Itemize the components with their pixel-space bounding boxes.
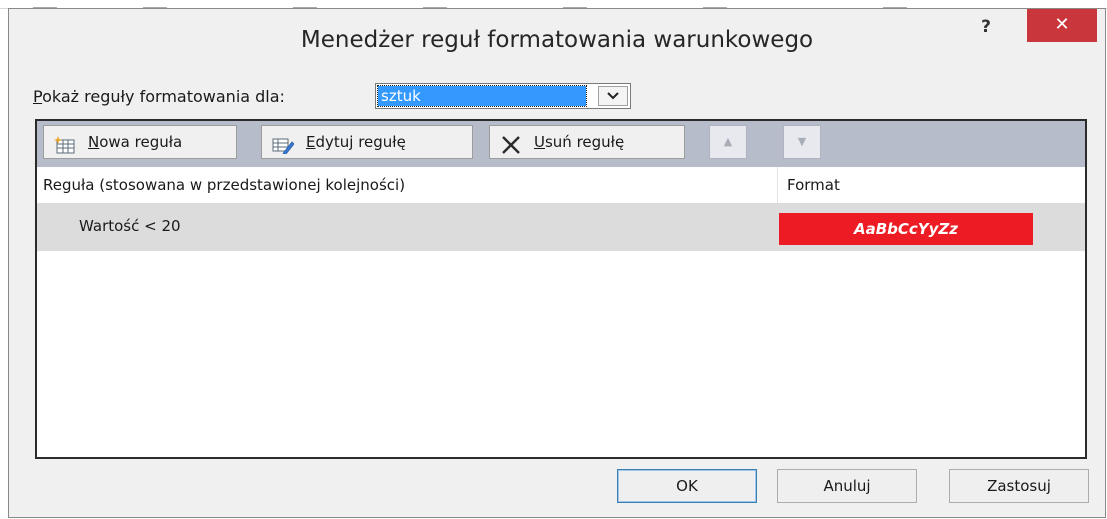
rules-toolbar: Nowa reguła Edytuj regułę Usuń regułę ▲ …: [37, 121, 1085, 167]
column-header-format: Format: [787, 176, 840, 194]
delete-rule-button[interactable]: Usuń regułę: [489, 125, 685, 159]
edit-rule-button[interactable]: Edytuj regułę: [261, 125, 473, 159]
apply-button[interactable]: Zastosuj: [949, 469, 1089, 503]
rules-panel: Nowa reguła Edytuj regułę Usuń regułę ▲ …: [35, 119, 1087, 459]
new-rule-button[interactable]: Nowa reguła: [43, 125, 237, 159]
new-rule-icon: [54, 133, 76, 154]
dialog-title: Menedżer reguł formatowania warunkowego: [300, 27, 814, 53]
show-rules-accesskey: P: [33, 87, 43, 106]
delete-rule-label: Usuń regułę: [534, 126, 624, 158]
arrow-up-icon: ▲: [723, 135, 733, 148]
show-rules-for-dropdown[interactable]: sztuk: [375, 83, 631, 109]
close-button[interactable]: ✕: [1027, 9, 1097, 42]
column-separator: [777, 167, 778, 203]
title-bar: Menedżer reguł formatowania warunkowego …: [9, 9, 1105, 73]
conditional-formatting-rules-manager-dialog: Menedżer reguł formatowania warunkowego …: [8, 8, 1106, 518]
new-rule-label: Nowa reguła: [88, 126, 182, 158]
arrow-down-icon: ▼: [797, 135, 807, 148]
move-down-button[interactable]: ▼: [783, 125, 821, 159]
edit-rule-label: Edytuj regułę: [306, 126, 406, 158]
delete-x-icon: [500, 133, 522, 154]
rule-row[interactable]: Wartość < 20 AaBbCcYyZz: [37, 203, 1085, 251]
ok-button[interactable]: OK: [617, 469, 757, 503]
rules-list-header: Reguła (stosowana w przedstawionej kolej…: [37, 167, 1085, 204]
delete-rule-accesskey: U: [534, 133, 545, 151]
new-rule-label-text: owa reguła: [99, 133, 183, 151]
show-rules-label-text: okaż reguły formatowania dla:: [42, 87, 285, 106]
rule-description: Wartość < 20: [79, 217, 181, 235]
help-button[interactable]: ?: [976, 17, 996, 41]
delete-rule-label-text: suń regułę: [544, 133, 625, 151]
show-rules-label: Pokaż reguły formatowania dla:: [33, 87, 285, 106]
cancel-button[interactable]: Anuluj: [777, 469, 917, 503]
edit-rule-label-text: dytuj regułę: [315, 133, 406, 151]
edit-rule-icon: [272, 133, 295, 155]
chevron-down-icon[interactable]: [598, 86, 628, 106]
column-header-rule: Reguła (stosowana w przedstawionej kolej…: [43, 176, 406, 194]
move-up-button[interactable]: ▲: [709, 125, 747, 159]
format-preview: AaBbCcYyZz: [779, 213, 1033, 245]
new-rule-accesskey: N: [88, 133, 100, 151]
show-rules-selected-value: sztuk: [377, 85, 587, 107]
